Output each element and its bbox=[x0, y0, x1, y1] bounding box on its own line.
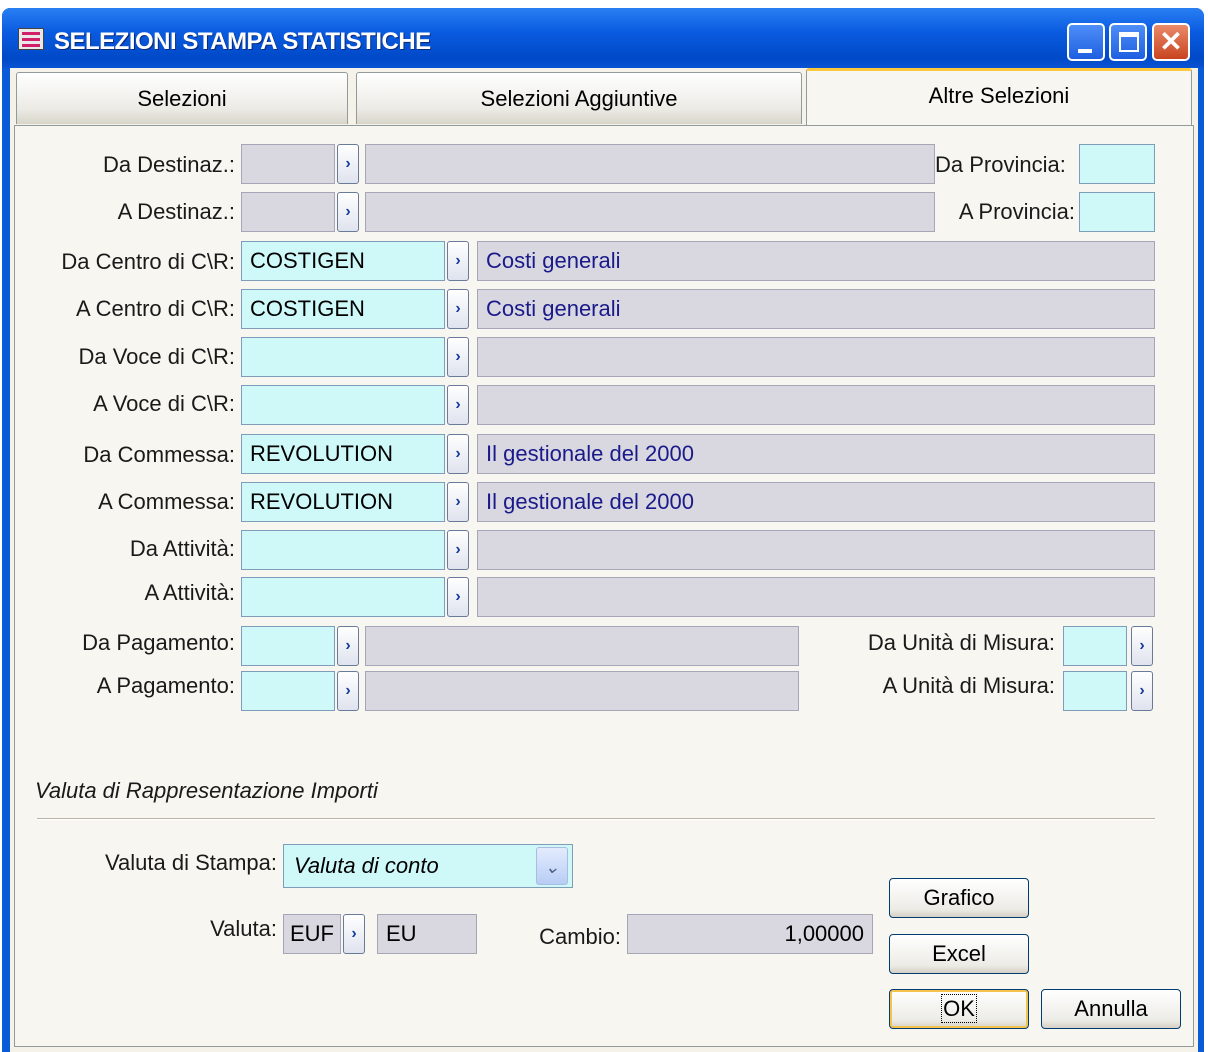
da-destinaz-lookup-button[interactable]: › bbox=[337, 144, 359, 184]
valuta-code-input[interactable]: EUF bbox=[283, 914, 341, 954]
annulla-button[interactable]: Annulla bbox=[1041, 989, 1181, 1029]
da-centro-desc-field: Costi generali bbox=[477, 241, 1155, 281]
a-um-input[interactable] bbox=[1063, 671, 1127, 711]
da-destinaz-label: Da Destinaz.: bbox=[102, 152, 235, 177]
da-destinaz-code-input[interactable] bbox=[241, 144, 335, 184]
minimize-button[interactable] bbox=[1067, 23, 1105, 61]
a-pagamento-code-input[interactable] bbox=[241, 671, 335, 711]
da-voce-code-input[interactable] bbox=[241, 337, 445, 377]
a-voce-lookup-button[interactable]: › bbox=[447, 385, 469, 425]
da-voce-desc-field bbox=[477, 337, 1155, 377]
da-pagamento-desc-field bbox=[365, 626, 799, 666]
da-attivita-code-input[interactable] bbox=[241, 530, 445, 570]
a-voce-code-input[interactable] bbox=[241, 385, 445, 425]
grafico-button[interactable]: Grafico bbox=[889, 878, 1029, 918]
valuta-stampa-select[interactable]: Valuta di conto ⌄ bbox=[283, 844, 573, 888]
da-pagamento-lookup-button[interactable]: › bbox=[337, 626, 359, 666]
chevron-down-icon[interactable]: ⌄ bbox=[536, 847, 568, 885]
valuta-section-heading: Valuta di Rappresentazione Importi bbox=[35, 778, 378, 803]
da-centro-lookup-button[interactable]: › bbox=[447, 241, 469, 281]
grafico-button-label: Grafico bbox=[923, 885, 995, 910]
minimize-icon bbox=[1078, 49, 1092, 53]
a-um-label: A Unità di Misura: bbox=[882, 673, 1055, 698]
da-commessa-lookup-button[interactable]: › bbox=[447, 434, 469, 474]
da-commessa-desc-field: Il gestionale del 2000 bbox=[477, 434, 1155, 474]
ok-button-label: OK bbox=[941, 994, 977, 1023]
a-destinaz-lookup-button[interactable]: › bbox=[337, 192, 359, 232]
a-destinaz-code-input[interactable] bbox=[241, 192, 335, 232]
a-attivita-label: A Attività: bbox=[144, 580, 236, 605]
da-um-label: Da Unità di Misura: bbox=[867, 630, 1055, 655]
a-destinaz-desc-field bbox=[365, 192, 935, 232]
da-attivita-label: Da Attività: bbox=[129, 536, 235, 561]
valuta-label: Valuta: bbox=[210, 916, 277, 941]
da-voce-lookup-button[interactable]: › bbox=[447, 337, 469, 377]
tab-selezioni[interactable]: Selezioni bbox=[16, 72, 348, 124]
a-pagamento-lookup-button[interactable]: › bbox=[337, 671, 359, 711]
da-centro-label: Da Centro di C\R: bbox=[61, 249, 235, 274]
tab-altre-selezioni[interactable]: Altre Selezioni bbox=[806, 68, 1192, 126]
app-icon bbox=[18, 28, 44, 50]
a-um-lookup-button[interactable]: › bbox=[1131, 671, 1153, 711]
close-icon: ✕ bbox=[1159, 26, 1183, 57]
a-pagamento-desc-field bbox=[365, 671, 799, 711]
a-voce-desc-field bbox=[477, 385, 1155, 425]
tab-selezioni-aggiuntive[interactable]: Selezioni Aggiuntive bbox=[356, 72, 802, 124]
window-title: SELEZIONI STAMPA STATISTICHE bbox=[54, 28, 431, 55]
cambio-field: 1,00000 bbox=[627, 914, 873, 954]
title-bar[interactable]: SELEZIONI STAMPA STATISTICHE ✕ bbox=[2, 8, 1204, 68]
annulla-button-label: Annulla bbox=[1074, 996, 1148, 1021]
a-attivita-code-input[interactable] bbox=[241, 577, 445, 617]
section-divider bbox=[37, 818, 1155, 820]
a-voce-label: A Voce di C\R: bbox=[93, 391, 235, 416]
da-pagamento-code-input[interactable] bbox=[241, 626, 335, 666]
maximize-icon bbox=[1119, 32, 1139, 52]
da-provincia-input[interactable] bbox=[1079, 144, 1155, 184]
valuta-lookup-button[interactable]: › bbox=[343, 914, 365, 954]
da-centro-code-input[interactable]: COSTIGEN bbox=[241, 241, 445, 281]
da-provincia-label: Da Provincia: bbox=[935, 152, 1066, 177]
dialog-window: SELEZIONI STAMPA STATISTICHE ✕ Selezioni… bbox=[2, 8, 1204, 1052]
da-attivita-lookup-button[interactable]: › bbox=[447, 530, 469, 570]
a-attivita-lookup-button[interactable]: › bbox=[447, 577, 469, 617]
excel-button-label: Excel bbox=[932, 941, 986, 966]
da-commessa-code-input[interactable]: REVOLUTION bbox=[241, 434, 445, 474]
excel-button[interactable]: Excel bbox=[889, 934, 1029, 974]
a-commessa-desc-field: Il gestionale del 2000 bbox=[477, 482, 1155, 522]
a-provincia-label: A Provincia: bbox=[958, 199, 1075, 224]
a-centro-lookup-button[interactable]: › bbox=[447, 289, 469, 329]
ok-button[interactable]: OK bbox=[889, 989, 1029, 1029]
da-pagamento-label: Da Pagamento: bbox=[82, 630, 235, 655]
a-centro-desc-field: Costi generali bbox=[477, 289, 1155, 329]
da-voce-label: Da Voce di C\R: bbox=[78, 344, 235, 369]
tab-panel: Da Destinaz.: › Da Provincia: A Destinaz… bbox=[14, 125, 1194, 1047]
a-centro-label: A Centro di C\R: bbox=[76, 296, 235, 321]
close-button[interactable]: ✕ bbox=[1152, 23, 1190, 61]
dialog-client: Selezioni Selezioni Aggiuntive Altre Sel… bbox=[10, 68, 1198, 1052]
a-provincia-input[interactable] bbox=[1079, 192, 1155, 232]
da-um-lookup-button[interactable]: › bbox=[1131, 626, 1153, 666]
valuta-desc-field: EU bbox=[377, 914, 477, 954]
maximize-button[interactable] bbox=[1109, 23, 1147, 61]
a-pagamento-label: A Pagamento: bbox=[96, 673, 235, 698]
a-centro-code-input[interactable]: COSTIGEN bbox=[241, 289, 445, 329]
a-attivita-desc-field bbox=[477, 577, 1155, 617]
da-commessa-label: Da Commessa: bbox=[83, 442, 235, 467]
da-um-input[interactable] bbox=[1063, 626, 1127, 666]
a-commessa-lookup-button[interactable]: › bbox=[447, 482, 469, 522]
valuta-stampa-value: Valuta di conto bbox=[294, 853, 439, 878]
a-commessa-code-input[interactable]: REVOLUTION bbox=[241, 482, 445, 522]
da-destinaz-desc-field bbox=[365, 144, 935, 184]
a-commessa-label: A Commessa: bbox=[98, 489, 235, 514]
a-destinaz-label: A Destinaz.: bbox=[117, 199, 235, 224]
cambio-label: Cambio: bbox=[539, 924, 621, 949]
valuta-stampa-label: Valuta di Stampa: bbox=[104, 850, 277, 875]
da-attivita-desc-field bbox=[477, 530, 1155, 570]
